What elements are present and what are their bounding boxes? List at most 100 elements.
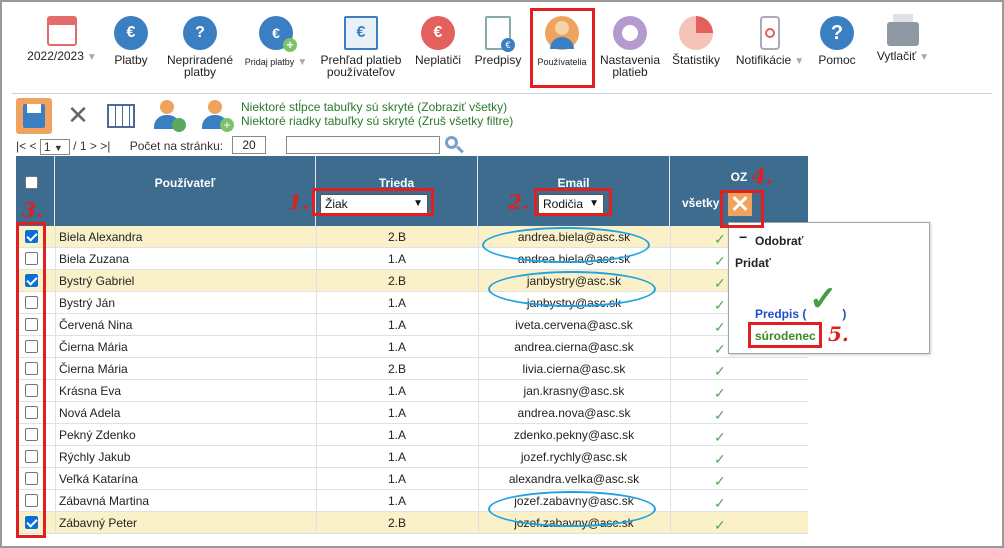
user-email: andrea.cierna@asc.sk	[514, 340, 634, 354]
columns-grid-icon[interactable]	[104, 98, 140, 134]
annotation-number-3: 3.	[22, 198, 43, 222]
user-name[interactable]: Čierna Mária	[59, 336, 128, 358]
user-name[interactable]: Biela Alexandra	[59, 226, 142, 248]
search-icon[interactable]	[444, 135, 464, 155]
table-row[interactable]: Zábavná Martina 1.A jozef.zabavny@asc.sk ✓	[16, 490, 808, 512]
user-email: jozef.rychly@asc.sk	[520, 450, 628, 464]
table-row[interactable]: Bystrý Gabriel 2.B janbystry@asc.sk ✓	[16, 270, 808, 292]
oz-check-icon[interactable]: ✓	[714, 492, 726, 514]
user-check-icon[interactable]	[150, 98, 186, 134]
main-toolbar: 2022/2023 ▼ € Platby ? Nepriradené platby…	[12, 8, 992, 92]
user-email: zdenko.pekny@asc.sk	[513, 428, 635, 442]
toolbar-label: Vytlačiť	[876, 49, 917, 63]
user-class: 1.A	[387, 252, 406, 266]
save-icon[interactable]	[16, 98, 52, 134]
table-row[interactable]: Pekný Zdenko 1.A zdenko.pekny@asc.sk ✓	[16, 424, 808, 446]
gear-icon	[613, 16, 647, 50]
table-row[interactable]: Biela Alexandra 2.B andrea.biela@asc.sk ✓	[16, 226, 808, 248]
search-input[interactable]	[286, 136, 440, 154]
table-row[interactable]: Čierna Mária 2.B livia.cierna@asc.sk ✓	[16, 358, 808, 380]
user-name[interactable]: Pekný Zdenko	[59, 424, 136, 446]
annotation-box-checkboxes	[16, 222, 46, 538]
oz-check-icon[interactable]: ✓	[714, 360, 726, 382]
table-row[interactable]: Biela Zuzana 1.A andrea.biela@asc.sk ✓	[16, 248, 808, 270]
oz-check-icon[interactable]: ✓	[714, 316, 726, 338]
toolbar-separator	[12, 93, 992, 94]
page-count: / 1	[73, 139, 87, 153]
toolbar-non-payers[interactable]: € Neplatiči	[410, 10, 466, 90]
user-name[interactable]: Veľká Katarína	[59, 468, 138, 490]
oz-check-icon[interactable]: ✓	[714, 382, 726, 404]
user-name[interactable]: Rýchly Jakub	[59, 446, 130, 468]
annotation-box-sibling	[748, 322, 822, 348]
toolbar-statistics[interactable]: Štatistiky	[668, 10, 724, 90]
next-page-button[interactable]: >	[90, 139, 97, 153]
active-tab-highlight	[530, 8, 595, 88]
oz-check-icon[interactable]: ✓	[714, 514, 726, 536]
remove-menu-item[interactable]: Odobrať	[755, 234, 803, 248]
table-row[interactable]: Čierna Mária 1.A andrea.cierna@asc.sk ✓	[16, 336, 808, 358]
oz-check-icon[interactable]: ✓	[714, 470, 726, 492]
table-row[interactable]: Veľká Katarína 1.A alexandra.velka@asc.sk ✓	[16, 468, 808, 490]
first-page-button[interactable]: |<	[16, 139, 26, 153]
last-page-button[interactable]: >|	[100, 139, 110, 153]
user-class: 2.B	[387, 230, 406, 244]
oz-check-icon[interactable]: ✓	[714, 228, 726, 250]
oz-check-icon[interactable]: ✓	[714, 426, 726, 448]
annotation-number-5: 5.	[828, 322, 849, 346]
user-name[interactable]: Zábavný Peter	[59, 512, 137, 534]
toolbar-payment-settings[interactable]: Nastavenia platieb	[598, 10, 662, 90]
user-name[interactable]: Krásna Eva	[59, 380, 121, 402]
user-email: livia.cierna@asc.sk	[522, 362, 626, 376]
user-name[interactable]: Bystrý Gabriel	[59, 270, 134, 292]
user-name[interactable]: Zábavná Martina	[59, 490, 149, 512]
user-class: 1.A	[387, 384, 406, 398]
toolbar-payments[interactable]: € Platby	[106, 10, 156, 90]
prev-page-button[interactable]: <	[29, 139, 36, 153]
money-bag-clock-icon: €	[421, 16, 455, 50]
user-email: iveta.cervena@asc.sk	[515, 318, 633, 332]
toolbar-prescriptions[interactable]: € Predpisy	[470, 10, 526, 90]
user-column-header[interactable]: Používateľ	[55, 156, 316, 226]
clear-filters-link[interactable]: (Zruš všetky filtre)	[418, 114, 513, 128]
annotation-oval-bystry	[488, 271, 656, 307]
toolbar-label: Nepriradené platby	[166, 53, 234, 79]
oz-check-icon[interactable]: ✓	[714, 448, 726, 470]
toolbar-help[interactable]: ? Pomoc	[812, 10, 862, 90]
calendar-icon	[47, 16, 77, 46]
toolbar-payments-overview[interactable]: € Prehľad platieb používateľov	[316, 10, 406, 90]
user-class: 1.A	[387, 472, 406, 486]
annotation-number-1: 1.	[288, 190, 309, 214]
show-all-columns-link[interactable]: (Zobraziť všetky)	[417, 100, 507, 114]
toolbar-school-year[interactable]: 2022/2023 ▼	[24, 10, 100, 90]
table-row[interactable]: Nová Adela 1.A andrea.nova@asc.sk ✓	[16, 402, 808, 424]
user-name[interactable]: Biela Zuzana	[59, 248, 129, 270]
toolbar-print[interactable]: Vytlačiť ▼	[868, 10, 938, 90]
toolbar-add-payments[interactable]: € + Pridaj platby ▼	[244, 10, 308, 90]
toolbar-unassigned-payments[interactable]: ? Nepriradené platby	[162, 10, 238, 90]
toolbar-label: Predpisy	[474, 53, 522, 67]
toolbar-notifications[interactable]: Notifikácie ▼	[732, 10, 808, 90]
table-row[interactable]: Bystrý Ján 1.A janbystry@asc.sk ✓	[16, 292, 808, 314]
user-name[interactable]: Nová Adela	[59, 402, 120, 424]
oz-check-icon[interactable]: ✓	[714, 272, 726, 294]
user-class: 1.A	[387, 428, 406, 442]
table-row[interactable]: Rýchly Jakub 1.A jozef.rychly@asc.sk ✓	[16, 446, 808, 468]
oz-check-icon[interactable]: ✓	[714, 294, 726, 316]
oz-check-icon[interactable]: ✓	[714, 338, 726, 360]
user-name[interactable]: Čierna Mária	[59, 358, 128, 380]
table-row[interactable]: Zábavný Peter 2.B jozef.zabavny@asc.sk ✓	[16, 512, 808, 534]
user-name[interactable]: Červená Nina	[59, 314, 132, 336]
add-menu-item[interactable]: Pridať	[735, 256, 771, 270]
oz-check-icon[interactable]: ✓	[714, 404, 726, 426]
tools-icon[interactable]: ✕	[60, 98, 96, 134]
annotation-box-tools	[720, 190, 764, 228]
table-row[interactable]: Krásna Eva 1.A jan.krasny@asc.sk ✓	[16, 380, 808, 402]
per-page-input[interactable]: 20	[232, 136, 266, 154]
select-all-checkbox[interactable]	[25, 176, 38, 189]
oz-check-icon[interactable]: ✓	[714, 250, 726, 272]
user-name[interactable]: Bystrý Ján	[59, 292, 115, 314]
page-select[interactable]: 1 ▼	[39, 138, 70, 155]
user-add-icon[interactable]: +	[198, 98, 234, 134]
table-row[interactable]: Červená Nina 1.A iveta.cervena@asc.sk ✓	[16, 314, 808, 336]
